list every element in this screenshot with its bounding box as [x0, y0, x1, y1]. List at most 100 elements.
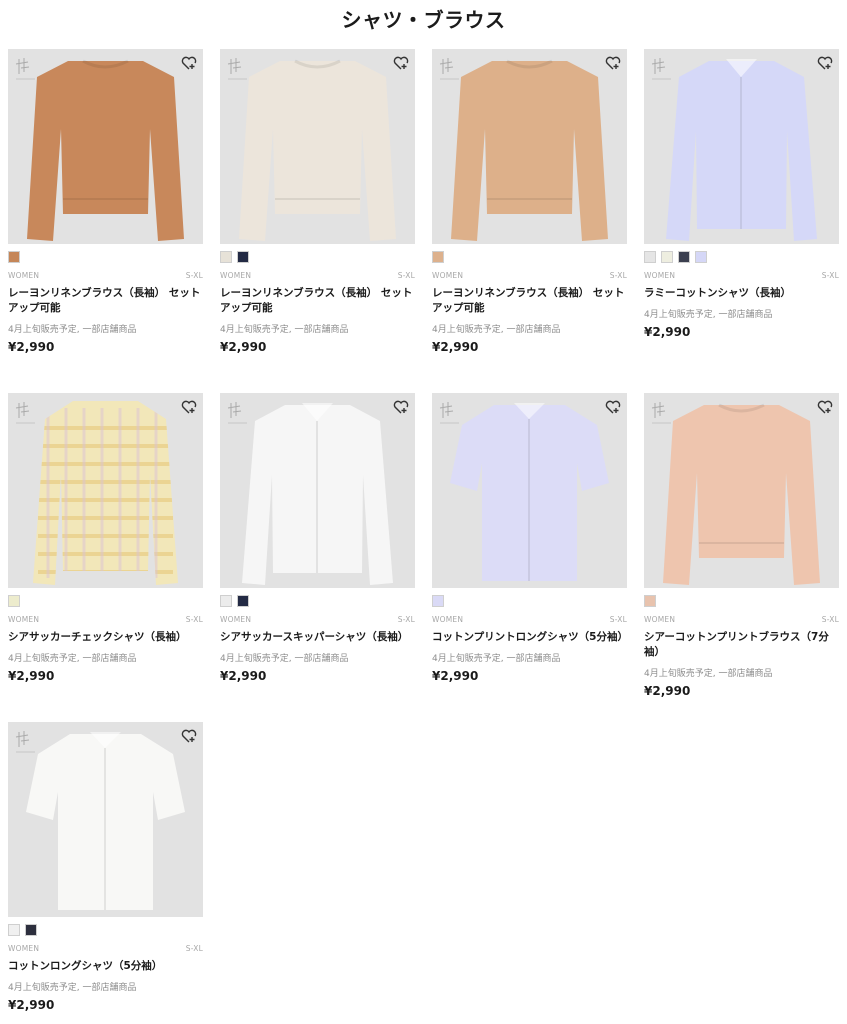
heart-plus-icon[interactable]: [605, 400, 621, 414]
product-image-frame[interactable]: [8, 393, 203, 588]
brand-logo: [439, 58, 459, 80]
product-price: ¥2,990: [220, 340, 267, 354]
gender-label: WOMEN: [220, 271, 252, 280]
product-card[interactable]: WOMEN S-XL シアサッカーチェックシャツ（長袖） 4月上旬販売予定, 一…: [8, 393, 203, 683]
brand-logo: [651, 58, 671, 80]
product-card[interactable]: WOMEN S-XL ラミーコットンシャツ（長袖） 4月上旬販売予定, 一部店舗…: [644, 49, 839, 339]
color-swatch[interactable]: [432, 595, 444, 607]
product-card[interactable]: WOMEN S-XL コットンプリントロングシャツ（5分袖） 4月上旬販売予定,…: [432, 393, 628, 683]
color-swatches: [644, 251, 839, 265]
color-swatch[interactable]: [644, 251, 656, 263]
color-swatches: [8, 251, 203, 265]
product-image-frame[interactable]: [644, 393, 839, 588]
brand-logo: [15, 58, 35, 80]
product-name[interactable]: レーヨンリネンブラウス（長袖） セットアップ可能: [432, 286, 627, 316]
heart-plus-icon[interactable]: [817, 56, 833, 70]
product-name[interactable]: シアサッカーチェックシャツ（長袖）: [8, 630, 203, 645]
color-swatch[interactable]: [661, 251, 673, 263]
brand-logo: [15, 402, 35, 424]
gender-label: WOMEN: [644, 271, 676, 280]
product-price: ¥2,990: [644, 325, 691, 339]
availability-note: 4月上旬販売予定, 一部店舗商品: [644, 669, 773, 679]
brand-logo: [15, 731, 35, 753]
product-image-frame[interactable]: [8, 722, 203, 917]
product-card[interactable]: WOMEN S-XL レーヨンリネンブラウス（長袖） セットアップ可能 4月上旬…: [432, 49, 627, 354]
color-swatches: [8, 595, 203, 609]
color-swatches: [432, 251, 627, 265]
availability-note: 4月上旬販売予定, 一部店舗商品: [220, 325, 349, 335]
product-meta: WOMEN S-XL: [8, 271, 203, 280]
size-range: S-XL: [397, 615, 415, 624]
heart-plus-icon[interactable]: [181, 56, 197, 70]
product-image-frame[interactable]: [220, 49, 415, 244]
color-swatches: [220, 251, 415, 265]
product-image: [242, 403, 393, 585]
product-price: ¥2,990: [8, 669, 55, 683]
color-swatch[interactable]: [220, 595, 232, 607]
color-swatch[interactable]: [220, 251, 232, 263]
gender-label: WOMEN: [8, 944, 40, 953]
product-name[interactable]: シアーコットンプリントブラウス（7分袖）: [644, 630, 839, 660]
product-name[interactable]: レーヨンリネンブラウス（長袖） セットアップ可能: [8, 286, 203, 316]
color-swatch[interactable]: [237, 595, 249, 607]
product-card[interactable]: WOMEN S-XL シアーコットンプリントブラウス（7分袖） 4月上旬販売予定…: [644, 393, 839, 698]
product-meta: WOMEN S-XL: [644, 271, 839, 280]
gender-label: WOMEN: [432, 615, 464, 624]
color-swatches: [220, 595, 415, 609]
product-name[interactable]: コットンプリントロングシャツ（5分袖）: [432, 630, 628, 645]
product-image-frame[interactable]: [644, 49, 839, 244]
availability-note: 4月上旬販売予定, 一部店舗商品: [644, 310, 773, 320]
product-card[interactable]: WOMEN S-XL コットンロングシャツ（5分袖） 4月上旬販売予定, 一部店…: [8, 722, 203, 1012]
heart-plus-icon[interactable]: [181, 729, 197, 743]
product-card[interactable]: WOMEN S-XL シアサッカースキッパーシャツ（長袖） 4月上旬販売予定, …: [220, 393, 415, 683]
availability-note: 4月上旬販売予定, 一部店舗商品: [432, 325, 561, 335]
product-meta: WOMEN S-XL: [644, 615, 839, 624]
color-swatch[interactable]: [432, 251, 444, 263]
heart-plus-icon[interactable]: [393, 400, 409, 414]
brand-logo: [227, 58, 247, 80]
product-image: [239, 59, 396, 241]
page-title: シャツ・ブラウス: [341, 8, 506, 32]
product-image-frame[interactable]: [432, 393, 627, 588]
availability-note: 4月上旬販売予定, 一部店舗商品: [8, 325, 137, 335]
product-image-frame[interactable]: [220, 393, 415, 588]
product-price: ¥2,990: [432, 340, 479, 354]
product-image: [26, 732, 185, 910]
product-image: [33, 401, 178, 585]
heart-plus-icon[interactable]: [817, 400, 833, 414]
size-range: S-XL: [609, 615, 627, 624]
product-name[interactable]: レーヨンリネンブラウス（長袖） セットアップ可能: [220, 286, 415, 316]
size-range: S-XL: [397, 271, 415, 280]
color-swatch[interactable]: [8, 595, 20, 607]
availability-note: 4月上旬販売予定, 一部店舗商品: [432, 654, 561, 664]
color-swatch[interactable]: [25, 924, 37, 936]
product-price: ¥2,990: [8, 340, 55, 354]
size-range: S-XL: [609, 271, 627, 280]
brand-logo: [439, 402, 459, 424]
product-meta: WOMEN S-XL: [8, 944, 203, 953]
product-card[interactable]: WOMEN S-XL レーヨンリネンブラウス（長袖） セットアップ可能 4月上旬…: [220, 49, 415, 354]
product-meta: WOMEN S-XL: [8, 615, 203, 624]
product-name[interactable]: ラミーコットンシャツ（長袖）: [644, 286, 839, 301]
color-swatch[interactable]: [8, 251, 20, 263]
color-swatch[interactable]: [644, 595, 656, 607]
size-range: S-XL: [185, 615, 203, 624]
heart-plus-icon[interactable]: [605, 56, 621, 70]
availability-note: 4月上旬販売予定, 一部店舗商品: [220, 654, 349, 664]
product-image-frame[interactable]: [432, 49, 627, 244]
product-card[interactable]: WOMEN S-XL レーヨンリネンブラウス（長袖） セットアップ可能 4月上旬…: [8, 49, 203, 354]
size-range: S-XL: [821, 271, 839, 280]
product-price: ¥2,990: [644, 684, 691, 698]
product-image-frame[interactable]: [8, 49, 203, 244]
size-range: S-XL: [185, 271, 203, 280]
size-range: S-XL: [185, 944, 203, 953]
color-swatch[interactable]: [678, 251, 690, 263]
size-range: S-XL: [821, 615, 839, 624]
product-name[interactable]: コットンロングシャツ（5分袖）: [8, 959, 203, 974]
product-name[interactable]: シアサッカースキッパーシャツ（長袖）: [220, 630, 415, 645]
color-swatch[interactable]: [8, 924, 20, 936]
color-swatch[interactable]: [695, 251, 707, 263]
heart-plus-icon[interactable]: [181, 400, 197, 414]
color-swatch[interactable]: [237, 251, 249, 263]
heart-plus-icon[interactable]: [393, 56, 409, 70]
